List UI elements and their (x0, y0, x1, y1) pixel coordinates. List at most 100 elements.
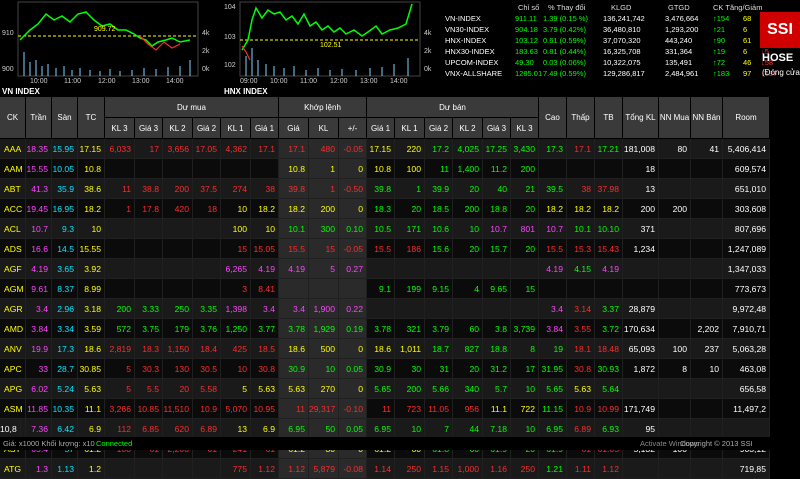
index-klgd: 16,325,708 (603, 47, 641, 56)
stock-row[interactable]: APC 33 28.7 30.85 5 30.3 130 30.5 10 30.8 30.9 10 0.… (0, 359, 800, 379)
stock-cell: 30.3 (135, 359, 163, 379)
status-bar: Giá: x1000 Khối lượng: x10 Connected Act… (0, 437, 800, 450)
stock-symbol[interactable]: ACC (0, 199, 26, 219)
col-header[interactable]: Giá 1 (367, 118, 395, 139)
col-header[interactable]: KL 1 (395, 118, 425, 139)
stock-symbol[interactable]: ADS (0, 239, 26, 259)
stock-cell: 0 (339, 159, 367, 179)
stock-symbol[interactable]: AGR (0, 299, 26, 319)
stock-symbol[interactable]: ACL (0, 219, 26, 239)
stock-cell: 6,033 (105, 139, 135, 159)
stock-row[interactable]: AAA 18.35 15.95 17.15 6,033 17 3,656 17.05 4,362… (0, 139, 800, 159)
index-row[interactable]: UPCOM-INDEX 49.30 0.03 (0.06%) 10,322,075 13… (443, 58, 783, 69)
stock-symbol[interactable]: APG (0, 379, 26, 399)
stock-row[interactable]: ACC 19.45 16.95 18.2 1 17.8 420 18 10 18.2 18.2 200… (0, 199, 800, 219)
stock-row[interactable]: ASM 11.85 10.35 11.1 3,266 10.85 11,510 10.9 5,0… (0, 399, 800, 419)
stock-row[interactable]: ASP7.366.426.91126.856206.89136.96.95500… (0, 419, 800, 439)
col-header[interactable]: TB (595, 97, 623, 139)
stock-cell: 1,011 (395, 339, 425, 359)
stock-cell: 2,202 (691, 319, 723, 339)
stock-cell: 10.10 (595, 219, 623, 239)
col-header[interactable]: KL (309, 118, 339, 139)
stock-cell: 10.7 (483, 219, 511, 239)
stock-symbol[interactable]: ASM (0, 399, 26, 419)
connection-status: Connected (96, 439, 133, 448)
col-header[interactable]: Trần (26, 97, 52, 139)
stock-cell: 200 (453, 199, 483, 219)
col-header[interactable]: Giá (279, 118, 309, 139)
col-header[interactable]: CK (0, 97, 26, 139)
stock-cell: 1,929 (309, 319, 339, 339)
group-header-buy[interactable]: Dư mua (105, 97, 279, 118)
col-header[interactable]: NN Mua (659, 97, 691, 139)
col-header[interactable]: KL 3 (105, 118, 135, 139)
stock-cell: 18.2 (279, 199, 309, 219)
stock-cell: 1.12 (279, 459, 309, 479)
col-header[interactable]: Tổng KL (623, 97, 659, 139)
col-header[interactable]: KL 2 (453, 118, 483, 139)
stock-row[interactable]: APG 6.02 5.24 5.63 5 5.5 20 5.58 5 5.63 5.63 270 0 5.… (0, 379, 800, 399)
stock-cell: 10 (511, 419, 539, 439)
index-klgd: 10,322,075 (603, 58, 641, 67)
stock-symbol[interactable]: AAM (0, 159, 26, 179)
stock-symbol[interactable]: ABT (0, 179, 26, 199)
index-row[interactable]: VN-INDEX 911.11 1.39 (0.15 %) 136,241,742 3,… (443, 14, 783, 25)
col-header[interactable]: Giá 3 (483, 118, 511, 139)
stock-cell (135, 219, 163, 239)
stock-cell: 3.55 (567, 319, 595, 339)
index-row[interactable]: HNX-INDEX 103.12 0.61 (0.59%) 37,070,320 443… (443, 36, 783, 47)
stock-cell: 15.6 (425, 239, 453, 259)
stock-cell: 651,010 (723, 179, 770, 199)
stock-row[interactable]: ADS 16.6 14.5 15.55 15 15.05 15.5 15 -0.05 15.5 18… (0, 239, 800, 259)
index-row[interactable]: VN30-INDEX 904.18 3.79 (0.42%) 36,480,810 1,… (443, 25, 783, 36)
col-header[interactable]: Sàn (52, 97, 78, 139)
col-header[interactable]: KL 1 (221, 118, 251, 139)
col-header[interactable]: Cao (539, 97, 567, 139)
stock-symbol[interactable]: APC (0, 359, 26, 379)
stock-cell: 41 (691, 139, 723, 159)
stock-row[interactable]: ABT 41.3 35.9 38.6 11 38.8 200 37.5 274 38 39.8 1 -0… (0, 179, 800, 199)
stock-cell (221, 159, 251, 179)
stock-cell: 3.65 (52, 259, 78, 279)
col-header[interactable]: +/- (339, 118, 367, 139)
group-header-sell[interactable]: Dư bán (367, 97, 539, 118)
col-header[interactable]: Giá 1 (251, 118, 279, 139)
stock-row[interactable]: AGR 3.4 2.96 3.18 200 3.33 250 3.35 1,398 3.4 3.4 1… (0, 299, 800, 319)
col-header[interactable]: Thấp (567, 97, 595, 139)
stock-row[interactable]: ACL 10.7 9.3 10 100 10 10.1 300 0.10 10.5 171 10.6 1… (0, 219, 800, 239)
stock-row[interactable]: AAM 15.55 10.05 10.8 10.8 1 0 10.8 100 11 1,400 11.… (0, 159, 800, 179)
col-header[interactable]: TC (78, 97, 105, 139)
col-header[interactable]: Giá 2 (425, 118, 453, 139)
stock-cell: 0 (339, 199, 367, 219)
index-row[interactable]: HNX30-INDEX 183.63 0.81 (0.44%) 16,325,708 3… (443, 47, 783, 58)
hnx-x-tick: 11:00 (300, 78, 317, 85)
stock-symbol[interactable]: AMD (0, 319, 26, 339)
group-header-match[interactable]: Khớp lệnh (279, 97, 367, 118)
stock-row[interactable]: AGM 9.61 8.37 8.99 3 8.41 9.1 199 9.15 4 9.65 15 773… (0, 279, 800, 299)
stock-cell: 39.9 (425, 179, 453, 199)
stock-row[interactable]: ATG 1.3 1.13 1.2 775 1.12 1.12 5,879 -0.08 1.14 25… (0, 459, 800, 479)
index-up: ↑72 (713, 58, 726, 67)
stock-symbol[interactable]: ATG (0, 459, 26, 479)
vn-index-chart[interactable]: 910 900 4k 2k 0k 909.72 10:00 11:00 12:0… (0, 0, 220, 97)
stock-row[interactable]: AGF 4.19 3.65 3.92 6,265 4.19 4.19 5 0.27 4.19 4.1… (0, 259, 800, 279)
stock-row[interactable]: AMD 3.84 3.34 3.59 572 3.75 179 3.76 1,250 3.77 3.… (0, 319, 800, 339)
stock-cell: 17.3 (539, 139, 567, 159)
stock-symbol[interactable]: AAA (0, 139, 26, 159)
stock-symbol[interactable]: AGM (0, 279, 26, 299)
col-header[interactable]: Giá 2 (193, 118, 221, 139)
col-header[interactable]: NN Bán (691, 97, 723, 139)
col-header[interactable]: Room (723, 97, 770, 139)
col-header[interactable]: KL 3 (511, 118, 539, 139)
col-header[interactable]: Giá 3 (135, 118, 163, 139)
index-row[interactable]: VNX-ALLSHARE 1285.01 7.49 (0.59%) 129,286,8… (443, 69, 783, 80)
hnx-index-chart[interactable]: 104 103 102 4k 2k 0k 102.51 09:00 10:00 … (222, 0, 442, 97)
stock-symbol[interactable]: AGF (0, 259, 26, 279)
col-header[interactable]: KL 2 (163, 118, 193, 139)
stock-cell (135, 259, 163, 279)
stock-cell (659, 159, 691, 179)
stock-cell (339, 279, 367, 299)
stock-row[interactable]: ANV 19.9 17.3 18.6 2,819 18.3 1,150 18.4 425 18.5… (0, 339, 800, 359)
stock-symbol[interactable]: ANV (0, 339, 26, 359)
ssi-logo-panel: SSI HOSE (Đóng cửa) (760, 12, 800, 97)
